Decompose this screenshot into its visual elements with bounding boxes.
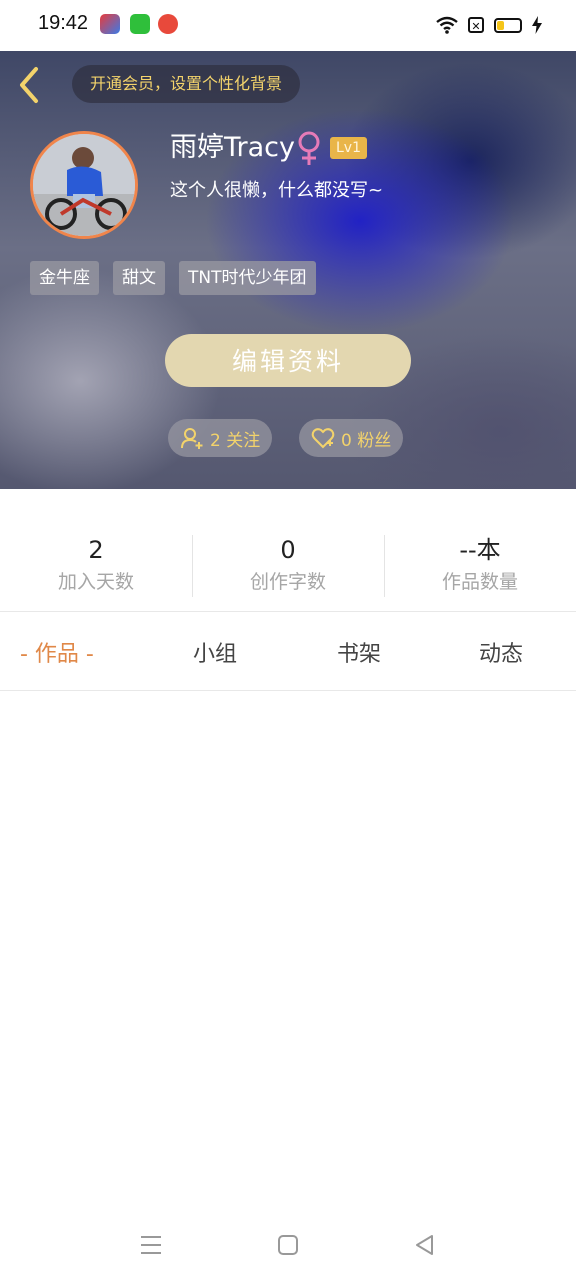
add-user-icon	[181, 428, 203, 449]
female-icon	[298, 131, 320, 165]
menu-icon[interactable]	[138, 1232, 164, 1258]
home-icon[interactable]	[275, 1232, 301, 1258]
stat-works-count: --本 作品数量	[384, 535, 576, 594]
status-time: 19:42	[38, 12, 89, 34]
system-nav-bar	[0, 1210, 576, 1280]
stat-label: 加入天数	[57, 571, 134, 593]
stat-value: 2	[88, 536, 104, 564]
tag-item[interactable]: 甜文	[113, 261, 165, 295]
notification-app-icon	[130, 14, 150, 34]
edit-profile-button[interactable]: 编辑资料	[165, 334, 411, 387]
battery-icon	[494, 17, 522, 33]
stat-value: 0	[280, 536, 296, 564]
avatar[interactable]	[30, 131, 138, 239]
status-bar: 19:42 ✕	[0, 0, 576, 51]
tag-item[interactable]: 金牛座	[30, 261, 99, 295]
following-count: 2 关注	[210, 430, 261, 451]
back-nav-icon[interactable]	[412, 1232, 438, 1258]
level-badge: Lv1	[330, 137, 367, 159]
profile-tabs: - 作品 - 小组 书架 动态	[0, 612, 576, 690]
tag-list: 金牛座 甜文 TNT时代少年团	[30, 261, 316, 295]
status-icons: ✕	[436, 14, 542, 36]
notification-app-icon	[158, 14, 178, 34]
bio-text: 这个人很懒，什么都没写~	[170, 180, 384, 201]
following-button[interactable]: 2 关注	[168, 419, 273, 457]
notification-app-icon	[100, 14, 120, 34]
tab-bookshelf[interactable]: 书架	[337, 636, 381, 668]
stat-value: --本	[459, 536, 501, 564]
stat-join-days: 2 加入天数	[0, 535, 192, 594]
stat-label: 创作字数	[249, 571, 326, 593]
tab-works[interactable]: - 作品 -	[20, 636, 94, 668]
fans-button[interactable]: 0 粉丝	[299, 419, 404, 457]
stat-label: 作品数量	[441, 571, 518, 593]
stat-word-count: 0 创作字数	[192, 535, 384, 594]
wifi-icon	[436, 16, 458, 34]
username: 雨婷Tracy	[170, 132, 295, 163]
avatar-image	[33, 134, 135, 236]
back-icon[interactable]	[14, 65, 46, 105]
heart-icon	[311, 428, 335, 449]
profile-header: 开通会员，设置个性化背景 雨婷Tracy Lv1 这个人很懒，什么都没写~ 金牛…	[0, 51, 576, 489]
tab-activity[interactable]: 动态	[479, 636, 523, 668]
tag-item[interactable]: TNT时代少年团	[179, 261, 316, 295]
divider	[0, 690, 576, 691]
charging-icon	[532, 16, 542, 34]
fans-count: 0 粉丝	[341, 430, 392, 451]
stats-row: 2 加入天数 0 创作字数 --本 作品数量	[0, 489, 576, 611]
vip-banner[interactable]: 开通会员，设置个性化背景	[72, 65, 301, 103]
sim-off-icon: ✕	[468, 17, 484, 33]
tab-groups[interactable]: 小组	[193, 636, 237, 668]
